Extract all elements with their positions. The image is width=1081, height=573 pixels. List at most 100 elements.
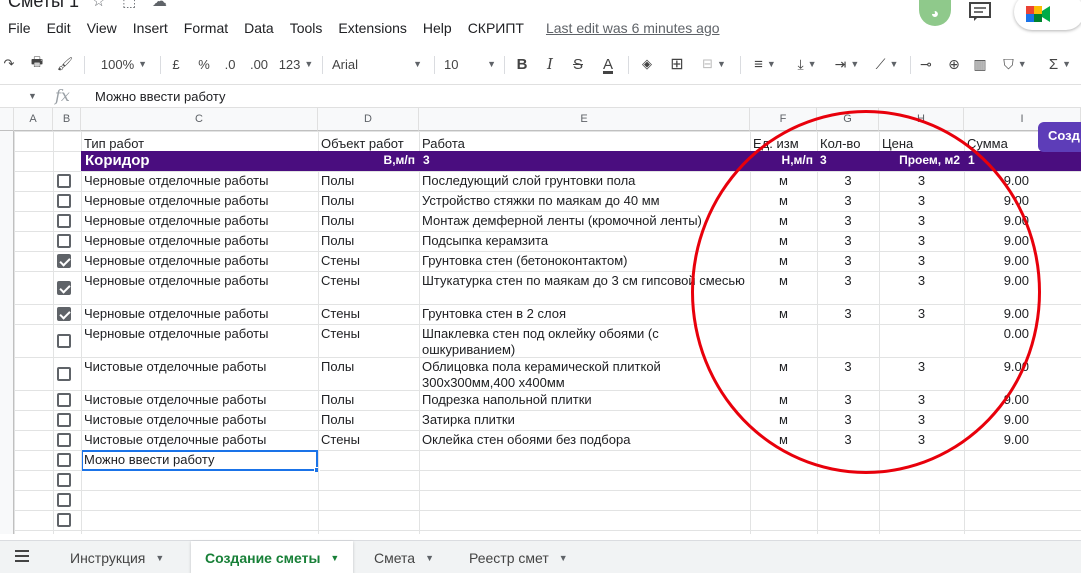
cell-work[interactable]: Шпаклевка стен под оклейку обоями (с ошк… xyxy=(419,325,750,357)
increase-decimal-button[interactable]: .00 xyxy=(248,48,270,80)
menu-tools[interactable]: Tools xyxy=(290,20,323,36)
row-checkbox[interactable] xyxy=(57,281,71,295)
cell-object[interactable] xyxy=(318,451,419,470)
text-rotation-icon[interactable]: ⟋ ▼ xyxy=(870,48,904,80)
comment-history-icon[interactable] xyxy=(968,2,992,22)
bold-button[interactable]: B xyxy=(514,48,530,80)
cell-type[interactable]: Черновые отделочные работы xyxy=(81,305,318,324)
cell-sum[interactable]: 9.00 xyxy=(964,252,1032,271)
cell-unit[interactable] xyxy=(750,451,817,470)
tab-estimate[interactable]: Смета ▼ xyxy=(360,541,448,573)
cell-work[interactable]: Грунтовка стен (бетоноконтактом) xyxy=(419,252,750,271)
cell-work[interactable]: Последующий слой грунтовки пола xyxy=(419,172,750,191)
menu-extensions[interactable]: Extensions xyxy=(338,20,406,36)
row-checkbox[interactable] xyxy=(57,307,71,321)
cell-qty[interactable] xyxy=(817,511,879,530)
formula-input[interactable]: Можно ввести работу xyxy=(95,89,225,104)
number-format-select[interactable]: 123 ▼ xyxy=(276,48,316,80)
user-avatar[interactable]: ◕ xyxy=(919,0,951,26)
cell-sum[interactable]: 9.00 xyxy=(964,192,1032,211)
cell-type[interactable]: Черновые отделочные работы xyxy=(81,252,318,271)
cell-price[interactable] xyxy=(879,451,964,470)
cell-type[interactable]: Чистовые отделочные работы xyxy=(81,358,318,390)
cell-type[interactable]: Черновые отделочные работы xyxy=(81,232,318,251)
cell-work[interactable] xyxy=(419,451,750,470)
cell-price[interactable] xyxy=(879,325,964,357)
cell-unit[interactable] xyxy=(750,471,817,490)
cell-sum[interactable]: 9.00 xyxy=(964,431,1032,450)
name-box-dropdown-icon[interactable]: ▼ xyxy=(28,91,37,101)
cell-object[interactable]: Полы xyxy=(318,212,419,231)
cell-price[interactable]: 3 xyxy=(879,391,964,410)
cell-work[interactable] xyxy=(419,491,750,510)
cell-unit[interactable]: м xyxy=(750,358,817,390)
column-header-c[interactable]: C xyxy=(81,108,318,131)
cell-type[interactable] xyxy=(81,471,318,490)
cell-price[interactable]: 3 xyxy=(879,272,964,304)
move-icon[interactable]: ⬚ xyxy=(122,0,136,10)
column-header-h[interactable]: H xyxy=(879,108,964,131)
select-all-corner[interactable] xyxy=(0,108,14,131)
strikethrough-button[interactable]: S xyxy=(570,48,586,80)
cell-work[interactable] xyxy=(419,511,750,530)
cell-sum[interactable]: 9.00 xyxy=(964,232,1032,251)
cell-sum[interactable]: 9.00 xyxy=(964,411,1032,430)
chevron-down-icon[interactable]: ▼ xyxy=(330,553,339,563)
cell-sum[interactable]: 0.00 xyxy=(964,325,1032,357)
cell-unit[interactable]: м xyxy=(750,391,817,410)
cell-qty[interactable]: 3 xyxy=(817,252,879,271)
cell-price[interactable]: 3 xyxy=(879,212,964,231)
cell-unit[interactable]: м xyxy=(750,232,817,251)
menu-help[interactable]: Help xyxy=(423,20,452,36)
cell-type[interactable]: Чистовые отделочные работы xyxy=(81,411,318,430)
document-title[interactable]: Сметы 1 xyxy=(8,0,79,12)
cell-unit[interactable]: м xyxy=(750,272,817,304)
merge-cells-icon[interactable]: ⊟ ▼ xyxy=(696,48,732,80)
cell-type[interactable]: Черновые отделочные работы xyxy=(81,192,318,211)
cell-sum[interactable] xyxy=(964,471,1032,490)
fill-color-icon[interactable]: ◈ xyxy=(638,48,656,80)
cell-unit[interactable]: м xyxy=(750,252,817,271)
cell-work[interactable]: Оклейка стен обоями без подбора xyxy=(419,431,750,450)
cell-price[interactable]: 3 xyxy=(879,252,964,271)
borders-icon[interactable]: ⊞ xyxy=(668,48,686,80)
cell-qty[interactable]: 3 xyxy=(817,305,879,324)
currency-button[interactable]: £ xyxy=(168,48,184,80)
chevron-down-icon[interactable]: ▼ xyxy=(155,553,164,563)
cell-qty[interactable]: 3 xyxy=(817,431,879,450)
cell-sum[interactable]: 9.00 xyxy=(964,272,1032,304)
cell-unit[interactable] xyxy=(750,491,817,510)
meet-button[interactable] xyxy=(1014,0,1081,30)
cell-object[interactable]: Полы xyxy=(318,411,419,430)
cell-type[interactable]: Чистовые отделочные работы xyxy=(81,431,318,450)
row-checkbox[interactable] xyxy=(57,254,71,268)
cell-price[interactable]: 3 xyxy=(879,192,964,211)
row-checkbox[interactable] xyxy=(57,174,71,188)
menu-edit[interactable]: Edit xyxy=(47,20,71,36)
cell-qty[interactable]: 3 xyxy=(817,391,879,410)
menu-script[interactable]: СКРИПТ xyxy=(468,20,524,36)
star-icon[interactable]: ☆ xyxy=(92,0,105,10)
cell-work[interactable]: Затирка плитки xyxy=(419,411,750,430)
insert-link-icon[interactable]: ⊸ xyxy=(916,48,936,80)
cell-qty[interactable]: 3 xyxy=(817,411,879,430)
cell-object[interactable]: Стены xyxy=(318,252,419,271)
cell-sum[interactable] xyxy=(964,451,1032,470)
cell-object[interactable]: Стены xyxy=(318,431,419,450)
chevron-down-icon[interactable]: ▼ xyxy=(559,553,568,563)
cell-type[interactable]: Черновые отделочные работы xyxy=(81,272,318,304)
cell-sum[interactable]: 9.00 xyxy=(964,391,1032,410)
menu-insert[interactable]: Insert xyxy=(133,20,168,36)
decrease-decimal-button[interactable]: .0 xyxy=(220,48,240,80)
menu-format[interactable]: Format xyxy=(184,20,228,36)
cell-price[interactable]: 3 xyxy=(879,232,964,251)
cell-qty[interactable]: 3 xyxy=(817,192,879,211)
cell-qty[interactable]: 3 xyxy=(817,232,879,251)
last-edit-link[interactable]: Last edit was 6 minutes ago xyxy=(546,20,720,36)
cell-object[interactable]: Полы xyxy=(318,192,419,211)
spreadsheet-grid[interactable]: A B C D E F G H I Тип работ Объект работ… xyxy=(0,108,1081,534)
cell-type[interactable]: Черновые отделочные работы xyxy=(81,325,318,357)
cell-sum[interactable] xyxy=(964,511,1032,530)
cell-sum[interactable]: 9.00 xyxy=(964,212,1032,231)
italic-button[interactable]: I xyxy=(542,48,558,80)
